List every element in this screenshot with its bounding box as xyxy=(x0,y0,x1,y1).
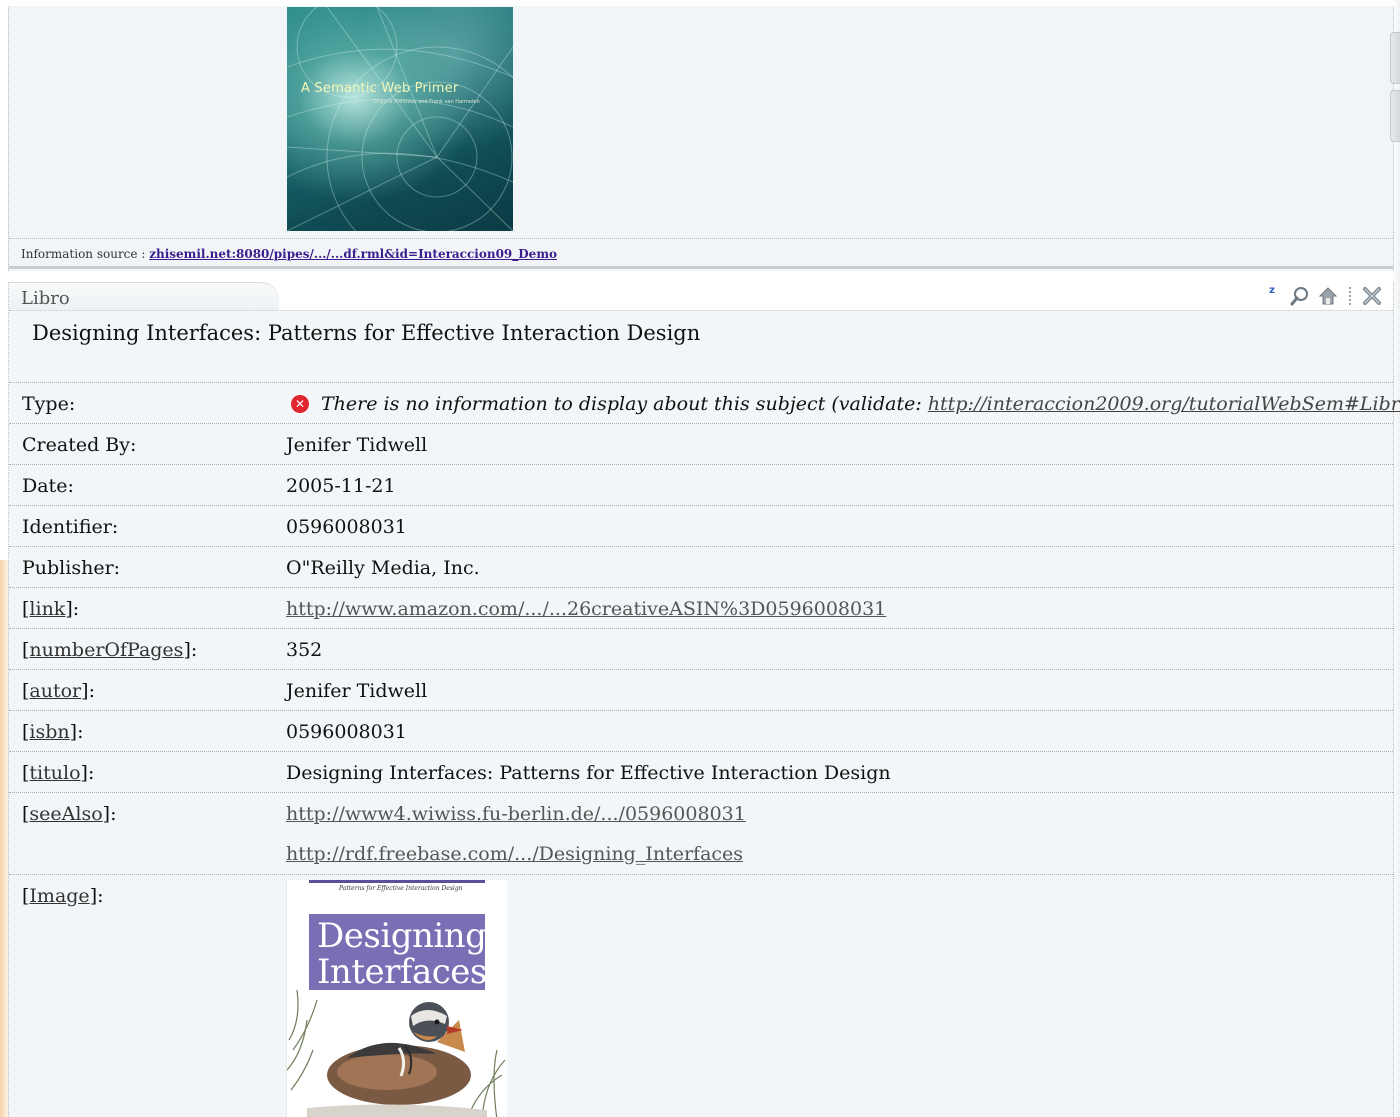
property-row-date: Date: 2005-11-21 xyxy=(9,465,1393,506)
property-label: [isbn]: xyxy=(22,721,83,743)
property-label: [numberOfPages]: xyxy=(22,639,197,661)
panel-tab-libro[interactable]: Libro xyxy=(9,282,279,310)
property-label: [seeAlso]: xyxy=(22,803,116,825)
information-source-bar: Information source : zhisemil.net:8080/p… xyxy=(9,238,1393,269)
bracket: ]: xyxy=(80,762,95,784)
property-label: [titulo]: xyxy=(22,762,94,784)
error-icon: ✕ xyxy=(291,395,309,413)
bracket: ]: xyxy=(81,680,95,702)
property-row-type: Type: ✕ There is no information to displ… xyxy=(9,383,1400,424)
property-link-autor[interactable]: autor xyxy=(29,680,81,702)
property-row-link: [link]: http://www.amazon.com/.../...26c… xyxy=(9,588,1393,629)
validate-link[interactable]: http://interaccion2009.org/tutorialWebSe… xyxy=(928,393,1400,415)
see-also-link-1[interactable]: http://www4.wiwiss.fu-berlin.de/.../0596… xyxy=(286,803,746,825)
z-sort-icon[interactable]: z xyxy=(1261,285,1283,307)
side-tab-1[interactable] xyxy=(1390,32,1400,84)
side-tabs xyxy=(1388,28,1400,148)
property-value: http://www.amazon.com/.../...26creativeA… xyxy=(286,598,886,620)
error-text: There is no information to display about… xyxy=(321,393,922,415)
cover-title-line-1: Designing xyxy=(317,916,487,956)
information-source-link[interactable]: zhisemil.net:8080/pipes/.../...df.rml&id… xyxy=(149,247,557,261)
property-label: Publisher: xyxy=(22,557,121,579)
mandarin-duck-illustration xyxy=(287,989,506,1117)
cover-tagline: Patterns for Effective Interaction Desig… xyxy=(339,885,463,892)
previous-resource-panel: A Semantic Web Primer Grigoris Antoniou … xyxy=(8,6,1394,271)
book-cover-designing-interfaces[interactable]: Patterns for Effective Interaction Desig… xyxy=(286,880,507,1117)
search-icon[interactable] xyxy=(1289,285,1311,307)
property-row-isbn: [isbn]: 0596008031 xyxy=(9,711,1393,752)
property-link-link[interactable]: link xyxy=(29,598,65,620)
property-value: Jenifer Tidwell xyxy=(286,680,428,702)
property-label: [autor]: xyxy=(22,680,95,702)
property-link-see-also[interactable]: seeAlso xyxy=(29,803,102,825)
resource-title: Designing Interfaces: Patterns for Effec… xyxy=(32,321,701,345)
cover-authors: Grigoris Antoniou and Frank van Harmelen xyxy=(373,99,480,105)
close-icon[interactable] xyxy=(1361,285,1383,307)
property-label: Date: xyxy=(22,475,74,497)
bracket: ]: xyxy=(102,803,117,825)
z-sort-label: z xyxy=(1269,284,1275,296)
cover-top-bar xyxy=(309,880,485,883)
resource-panel: Libro z Designing Interfaces: Patterns f… xyxy=(8,282,1400,1117)
property-value: 352 xyxy=(286,639,323,661)
property-link-image[interactable]: Image xyxy=(29,885,89,907)
toolbar-separator xyxy=(1349,287,1351,305)
property-label: [link]: xyxy=(22,598,79,620)
property-link-number-of-pages[interactable]: numberOfPages xyxy=(29,639,183,661)
property-row-identifier: Identifier: 0596008031 xyxy=(9,506,1393,547)
book-cover-semantic-web-primer[interactable]: A Semantic Web Primer Grigoris Antoniou … xyxy=(287,7,513,231)
cover-web-pattern xyxy=(287,7,513,231)
property-label: Created By: xyxy=(22,434,137,456)
property-row-autor: [autor]: Jenifer Tidwell xyxy=(9,670,1393,711)
bracket: ]: xyxy=(89,885,104,907)
properties-table: Type: ✕ There is no information to displ… xyxy=(9,382,1400,1117)
property-row-number-of-pages: [numberOfPages]: 352 xyxy=(9,629,1393,670)
property-value: http://www4.wiwiss.fu-berlin.de/.../0596… xyxy=(286,803,746,825)
property-label: [Image]: xyxy=(22,885,104,907)
home-icon[interactable] xyxy=(1317,285,1339,307)
property-row-created-by: Created By: Jenifer Tidwell xyxy=(9,424,1393,465)
amazon-link[interactable]: http://www.amazon.com/.../...26creativeA… xyxy=(286,598,886,620)
panel-body: Designing Interfaces: Patterns for Effec… xyxy=(9,310,1400,1117)
property-value: 0596008031 xyxy=(286,516,407,538)
property-label: Type: xyxy=(22,393,76,415)
property-label: Identifier: xyxy=(22,516,119,538)
information-source-label: Information source : xyxy=(21,247,146,261)
bracket: ]: xyxy=(69,721,84,743)
property-link-titulo[interactable]: titulo xyxy=(29,762,80,784)
property-row-titulo: [titulo]: Designing Interfaces: Patterns… xyxy=(9,752,1393,793)
property-value: Jenifer Tidwell xyxy=(286,434,428,456)
property-link-isbn[interactable]: isbn xyxy=(29,721,69,743)
property-value: 0596008031 xyxy=(286,721,407,743)
property-value: 2005-11-21 xyxy=(286,475,396,497)
property-row-image: [Image]: Patterns for Effective Interact… xyxy=(9,875,1393,1117)
cover-title: A Semantic Web Primer xyxy=(301,81,459,96)
property-value: Designing Interfaces: Patterns for Effec… xyxy=(286,762,891,784)
bracket: ]: xyxy=(65,598,80,620)
see-also-link-2[interactable]: http://rdf.freebase.com/.../Designing_In… xyxy=(286,843,743,865)
property-value: O"Reilly Media, Inc. xyxy=(286,557,480,579)
property-row-publisher: Publisher: O"Reilly Media, Inc. xyxy=(9,547,1393,588)
panel-toolbar: z xyxy=(1261,284,1383,308)
bracket: ]: xyxy=(183,639,198,661)
side-tab-2[interactable] xyxy=(1390,90,1400,142)
property-value: http://rdf.freebase.com/.../Designing_In… xyxy=(286,843,743,865)
error-message: ✕ There is no information to display abo… xyxy=(291,393,1400,415)
property-row-see-also: [seeAlso]: http://www4.wiwiss.fu-berlin.… xyxy=(9,793,1393,875)
